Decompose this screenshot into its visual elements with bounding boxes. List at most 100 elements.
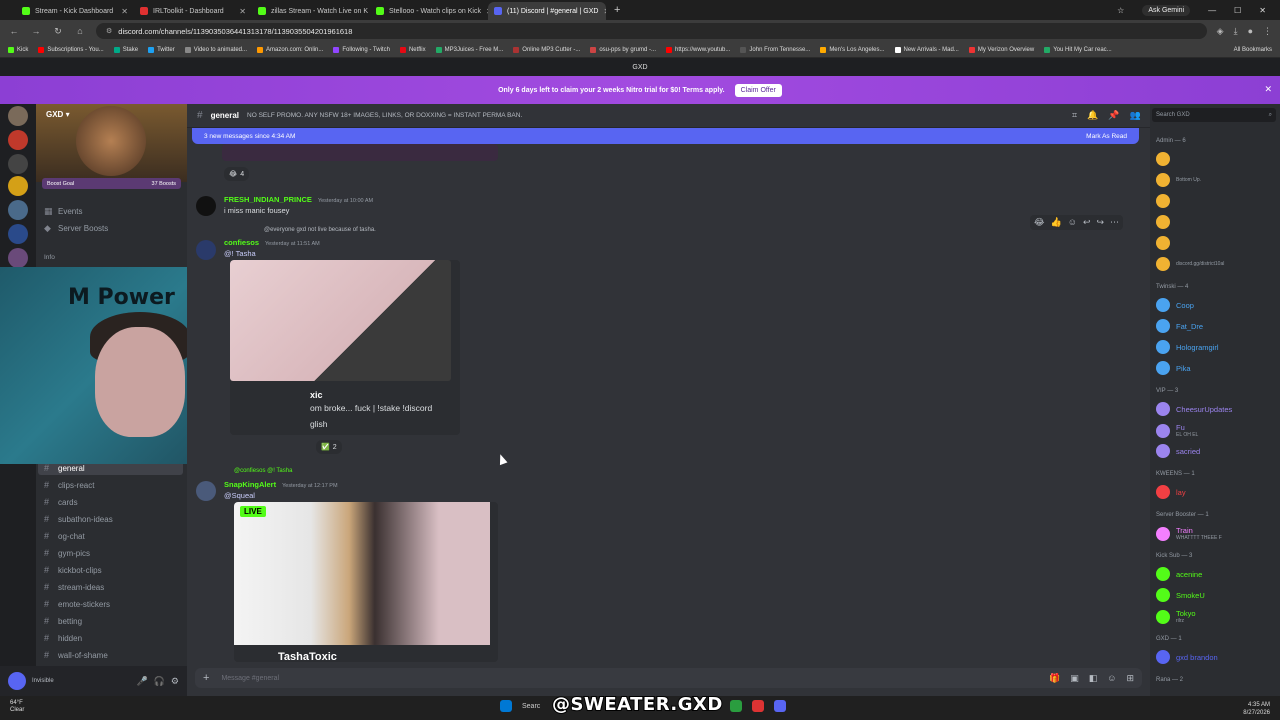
server-name[interactable]: GXD ▾ [46,110,70,119]
bookmark-item[interactable]: Stake [113,46,138,53]
minimize-icon[interactable]: — [1208,6,1216,15]
browser-tab-active[interactable]: (11) Discord | #general | GXD ✕ [488,2,606,20]
close-tab-icon[interactable]: ✕ [239,7,246,16]
reply-preview[interactable]: @confiesos @! Tasha [234,468,292,474]
member-item[interactable]: Tokyo rilrz [1156,609,1196,624]
user-avatar[interactable] [8,672,26,690]
members-icon[interactable]: 👥 [1130,110,1141,121]
apps-icon[interactable]: ⊞ [1126,673,1134,684]
home-icon[interactable]: ⌂ [74,26,86,36]
author-name[interactable]: confiesos Yesterday at 11:51 AM [224,238,320,247]
clock[interactable]: 4:35 AM 8/27/2026 [1243,701,1270,717]
member-item[interactable]: Coop [1156,298,1194,312]
taskbar-search[interactable]: Searc [522,703,540,710]
member-item[interactable]: SmokeU [1156,588,1205,602]
member-item[interactable]: sacried [1156,444,1200,458]
more-icon[interactable]: ⋯ [1110,217,1119,228]
bookmark-item[interactable]: Kick [8,46,28,53]
server-icon[interactable] [8,200,28,220]
extensions-icon[interactable]: ◈ [1217,26,1224,37]
app-icon[interactable] [730,700,742,712]
claim-offer-button[interactable]: Claim Offer [734,83,782,97]
forward-icon[interactable]: → [30,26,42,36]
server-icon[interactable] [8,130,28,150]
channel-item[interactable]: # emote-stickers [44,597,110,611]
channel-item[interactable]: # hidden [44,631,82,645]
member-item[interactable] [1156,152,1176,166]
bookmark-item[interactable]: Netflix [399,46,426,53]
forward-icon[interactable]: ↪ [1097,217,1105,228]
discord-app-icon[interactable] [774,700,786,712]
download-icon[interactable]: ⤓ [1234,26,1238,37]
member-item[interactable]: Fu EL OH EL [1156,423,1198,438]
category-info[interactable]: Info [44,250,55,264]
star-icon[interactable]: ☆ [1117,6,1124,15]
new-tab-button[interactable]: + [614,4,620,16]
channel-item[interactable]: # clips-react [44,478,94,492]
ask-gemini-button[interactable]: Ask Gemini [1142,4,1191,16]
settings-icon[interactable]: ⚙ [171,676,187,687]
bookmark-item[interactable]: Men's Los Angeles... [820,46,885,53]
bookmark-item[interactable]: You Hit My Car reac... [1044,46,1112,53]
bookmark-item[interactable]: Following - Twitch [333,46,390,53]
site-info-icon[interactable]: ⚙ [106,27,112,35]
maximize-icon[interactable]: ☐ [1234,6,1241,15]
mute-icon[interactable]: 🎤 [136,676,147,687]
bookmark-item[interactable]: osu-pps by grumd -... [590,46,656,53]
channel-item[interactable]: # kickbot-clips [44,563,102,577]
channel-item[interactable]: # og-chat [44,529,85,543]
channel-item[interactable]: # betting [44,614,82,628]
threads-icon[interactable]: ⌗ [1072,110,1077,121]
mark-as-read-button[interactable]: Mark As Read [1086,133,1127,140]
search-input[interactable]: Search GXD ⌕ [1152,108,1276,122]
author-name[interactable]: FRESH_INDIAN_PRINCE Yesterday at 10:00 AM [224,195,373,204]
channel-item[interactable]: # wall-of-shame [44,648,108,662]
member-item[interactable] [1156,194,1176,208]
stream-embed[interactable]: xic om broke... fuck | !stake !discord g… [230,260,460,435]
member-item[interactable]: Train WHATTTT THEEE F [1156,526,1222,541]
close-tab-icon[interactable]: ✕ [603,7,606,16]
bookmark-item[interactable]: https://www.youtub... [666,46,730,53]
add-reaction-icon[interactable]: ☺ [1068,217,1077,228]
member-item[interactable]: Bottom Up. [1156,173,1201,187]
author-avatar[interactable] [196,196,216,216]
menu-icon[interactable]: ⋮ [1263,26,1272,37]
profile-icon[interactable]: ● [1248,26,1253,36]
bookmark-item[interactable]: My Verizon Overview [968,46,1034,53]
thumbs-up-icon[interactable]: 👍 [1051,217,1062,228]
reload-icon[interactable]: ↻ [52,26,64,37]
all-bookmarks-button[interactable]: All Bookmarks [1234,47,1280,53]
new-messages-bar[interactable]: 3 new messages since 4:34 AM Mark As Rea… [192,128,1139,144]
channel-item[interactable]: # cards [44,495,78,509]
emoji-icon[interactable]: ☺ [1107,673,1116,684]
windows-start-icon[interactable] [500,700,512,712]
gift-icon[interactable]: 🎁 [1049,673,1060,684]
author-avatar[interactable] [196,481,216,501]
server-icon[interactable] [8,248,28,268]
channel-item[interactable]: # stream-ideas [44,580,104,594]
react-icon[interactable]: 😂 [1034,217,1045,228]
member-item[interactable]: gxd brandon [1156,650,1218,664]
reaction[interactable]: 😂 4 [224,167,250,181]
browser-tab[interactable]: Stream - Kick Dashboard ✕ [16,2,134,20]
reply-icon[interactable]: ↩ [1083,217,1091,228]
server-icon[interactable] [8,106,28,126]
close-tab-icon[interactable]: ✕ [121,7,128,16]
member-item[interactable] [1156,215,1176,229]
channel-topic[interactable]: NO SELF PROMO. ANY NSFW 18+ IMAGES, LINK… [247,112,522,119]
message-composer[interactable]: + Message #general 🎁 ▣ ◧ ☺ ⊞ [195,668,1142,688]
server-boosts-nav-item[interactable]: ◆ Server Boosts [44,221,108,235]
bookmark-item[interactable]: Amazon.com: Onlin... [257,46,323,53]
member-item[interactable]: Hologramgirl [1156,340,1219,354]
sticker-icon[interactable]: ◧ [1089,673,1098,684]
bookmark-item[interactable]: John From Tennesse... [740,46,810,53]
url-field[interactable]: ⚙ discord.com/channels/113903503644131317… [96,23,1207,39]
stream-embed[interactable]: LIVE TashaToxic [234,502,498,662]
chrome-icon[interactable] [752,700,764,712]
bookmark-item[interactable]: MP3Juices - Free M... [435,46,503,53]
attach-icon[interactable]: + [203,672,209,684]
channel-item[interactable]: # subathon-ideas [44,512,113,526]
author-avatar[interactable] [196,240,216,260]
events-nav-item[interactable]: ▦ Events [44,204,82,218]
browser-tab[interactable]: IRLToolkit - Dashboard ✕ [134,2,252,20]
